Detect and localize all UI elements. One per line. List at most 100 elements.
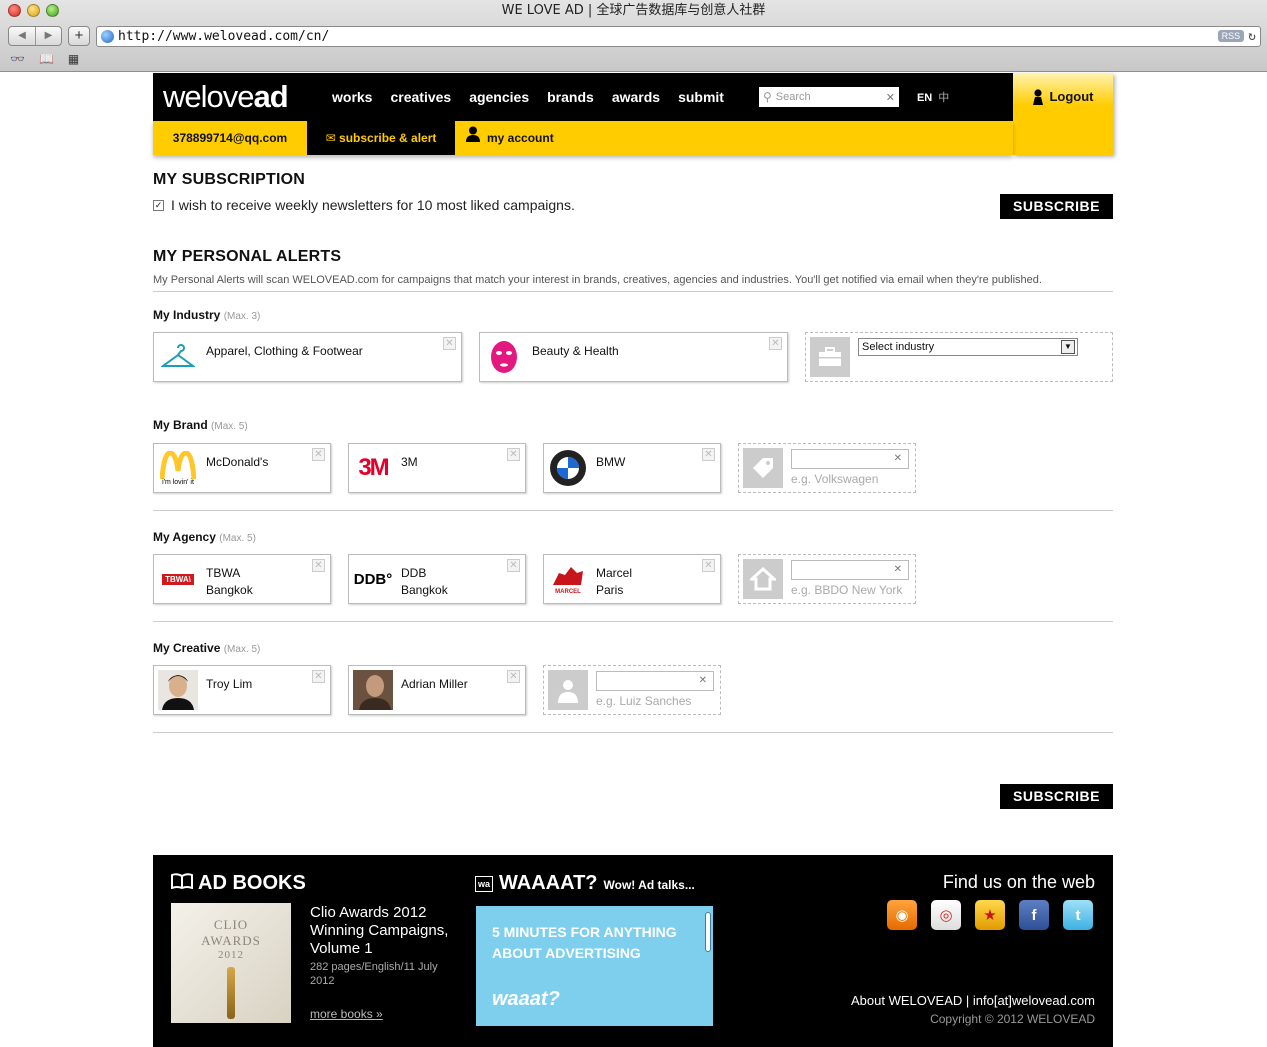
language-switcher: EN 中	[917, 89, 949, 105]
banner-scrollbar[interactable]	[705, 912, 711, 952]
remove-agency-button[interactable]: ✕	[702, 559, 715, 572]
mcdonalds-slogan: i'm lovin' it	[162, 478, 194, 486]
rss-icon[interactable]: ◉	[887, 900, 917, 930]
newsletter-checkbox[interactable]: ✓	[153, 199, 164, 211]
user-email[interactable]: 378899714@qq.com	[153, 121, 307, 155]
brand-card: i'm lovin' it McDonald's ✕	[153, 443, 331, 493]
book-title[interactable]: Clio Awards 2012 Winning Campaigns, Volu…	[310, 904, 460, 958]
nav-brands[interactable]: brands	[538, 89, 603, 105]
browser-toolbar: ◀ ▶ + http://www.welovead.com/cn/ RSS ↻	[8, 25, 1261, 47]
waaat-title: wa WAAAAT? Wow! Ad talks...	[475, 872, 695, 895]
brand-label: My Brand	[153, 418, 208, 432]
remove-brand-button[interactable]: ✕	[312, 448, 325, 461]
brand-max: (Max. 5)	[211, 421, 248, 432]
account-user-icon	[465, 121, 481, 155]
history-buttons: ◀ ▶	[8, 26, 62, 46]
remove-agency-button[interactable]: ✕	[312, 559, 325, 572]
creative-hint: e.g. Luiz Sanches	[596, 694, 692, 708]
subscribe-button-top[interactable]: SUBSCRIBE	[1000, 194, 1113, 219]
tab-my-account[interactable]: my account	[455, 121, 554, 155]
address-bar[interactable]: http://www.welovead.com/cn/ RSS ↻	[96, 25, 1261, 47]
logo-bold-text: ad	[253, 79, 289, 114]
site-logo[interactable]: welovead	[163, 79, 323, 115]
remove-brand-button[interactable]: ✕	[702, 448, 715, 461]
agency-group-title: My Agency (Max. 5)	[153, 530, 256, 544]
creative-input[interactable]: ✕	[596, 671, 714, 691]
bmw-logo	[548, 448, 588, 488]
remove-industry-button[interactable]: ✕	[443, 337, 456, 350]
brand-card: 3M 3M ✕	[348, 443, 526, 493]
industry-group-title: My Industry (Max. 3)	[153, 308, 260, 322]
minimize-window-button[interactable]	[27, 4, 40, 17]
waaat-banner-brand: waaat?	[492, 988, 560, 1010]
industry-card: Apparel, Clothing & Footwear ✕	[153, 332, 462, 382]
book-icon	[171, 872, 193, 895]
agency-divider	[153, 621, 1113, 622]
book-cover-line: 2012	[218, 949, 244, 961]
close-window-button[interactable]	[8, 4, 21, 17]
nav-agencies[interactable]: agencies	[460, 89, 538, 105]
logout-button[interactable]: Logout	[1013, 73, 1113, 155]
industry-select[interactable]: Select industry ▼	[858, 338, 1078, 356]
brand-input[interactable]: ✕	[791, 449, 909, 469]
search-input[interactable]: ⚲ Search ✕	[758, 87, 899, 107]
more-books-link[interactable]: more books »	[310, 1007, 383, 1021]
waaat-banner[interactable]: 5 MINUTES FOR ANYTHING ABOUT ADVERTISING…	[476, 906, 713, 1026]
bookmarks-bar: 👓 📖 ▦	[10, 52, 79, 66]
remove-creative-button[interactable]: ✕	[312, 670, 325, 683]
zoom-window-button[interactable]	[46, 4, 59, 17]
weibo-icon[interactable]: ◎	[931, 900, 961, 930]
add-industry-slot: Select industry ▼	[805, 332, 1113, 382]
back-button[interactable]: ◀	[9, 27, 35, 45]
nav-creatives[interactable]: creatives	[381, 89, 460, 105]
remove-industry-button[interactable]: ✕	[769, 337, 782, 350]
envelope-icon: ✉	[325, 131, 336, 145]
ad-books-title: AD BOOKS	[171, 872, 306, 895]
reload-icon[interactable]: ↻	[1248, 29, 1256, 44]
waaat-title-text: WAAAAT?	[499, 872, 598, 894]
nav-submit[interactable]: submit	[669, 89, 733, 105]
top-sites-grid-icon[interactable]: ▦	[68, 52, 79, 66]
creative-label: My Creative	[153, 641, 221, 655]
window-controls	[8, 4, 59, 17]
add-bookmark-button[interactable]: +	[68, 26, 90, 46]
rss-button[interactable]: RSS	[1217, 30, 1245, 42]
book-info: Clio Awards 2012 Winning Campaigns, Volu…	[310, 904, 460, 988]
subscription-section: MY SUBSCRIPTION ✓ I wish to receive week…	[153, 171, 1113, 219]
reading-list-icon[interactable]: 👓	[10, 52, 25, 66]
facebook-icon[interactable]: f	[1019, 900, 1049, 930]
remove-agency-button[interactable]: ✕	[507, 559, 520, 572]
3m-logo: 3M	[353, 448, 393, 488]
forward-button[interactable]: ▶	[35, 27, 61, 45]
book-cover[interactable]: CLIO AWARDS 2012	[171, 903, 291, 1023]
tab-subscribe-alert[interactable]: ✉ subscribe & alert	[307, 121, 455, 155]
lang-en[interactable]: EN	[917, 92, 932, 104]
creative-card: Troy Lim ✕	[153, 665, 331, 715]
clear-search-icon[interactable]: ✕	[886, 91, 895, 104]
page-content: welovead works creatives agencies brands…	[153, 73, 1113, 809]
bookmarks-book-icon[interactable]: 📖	[39, 52, 54, 66]
search-placeholder: Search	[775, 91, 811, 103]
copyright: Copyright © 2012 WELOVEAD	[930, 1012, 1095, 1026]
creative-avatar	[353, 670, 393, 710]
subscription-title: MY SUBSCRIPTION	[153, 171, 306, 188]
creative-divider	[153, 732, 1113, 733]
qq-icon[interactable]: ★	[975, 900, 1005, 930]
tbwa-logo: TBWA\	[158, 559, 198, 599]
nav-works[interactable]: works	[323, 89, 381, 105]
marcel-logo-text: MARCEL	[555, 589, 581, 595]
remove-creative-button[interactable]: ✕	[507, 670, 520, 683]
nav-awards[interactable]: awards	[603, 89, 669, 105]
agency-input[interactable]: ✕	[791, 560, 909, 580]
user-icon	[1032, 89, 1044, 108]
footer-links[interactable]: About WELOVEAD | info[at]welovead.com	[851, 993, 1095, 1008]
site-header: welovead works creatives agencies brands…	[153, 73, 1113, 155]
lang-zh[interactable]: 中	[938, 92, 949, 104]
agency-name-text: DDB	[401, 566, 427, 580]
subscribe-button-bottom[interactable]: SUBSCRIBE	[1000, 784, 1113, 809]
main-nav: works creatives agencies brands awards s…	[323, 89, 733, 105]
logout-label: Logout	[1049, 89, 1094, 104]
brand-group-title: My Brand (Max. 5)	[153, 418, 248, 432]
twitter-icon[interactable]: t	[1063, 900, 1093, 930]
remove-brand-button[interactable]: ✕	[507, 448, 520, 461]
